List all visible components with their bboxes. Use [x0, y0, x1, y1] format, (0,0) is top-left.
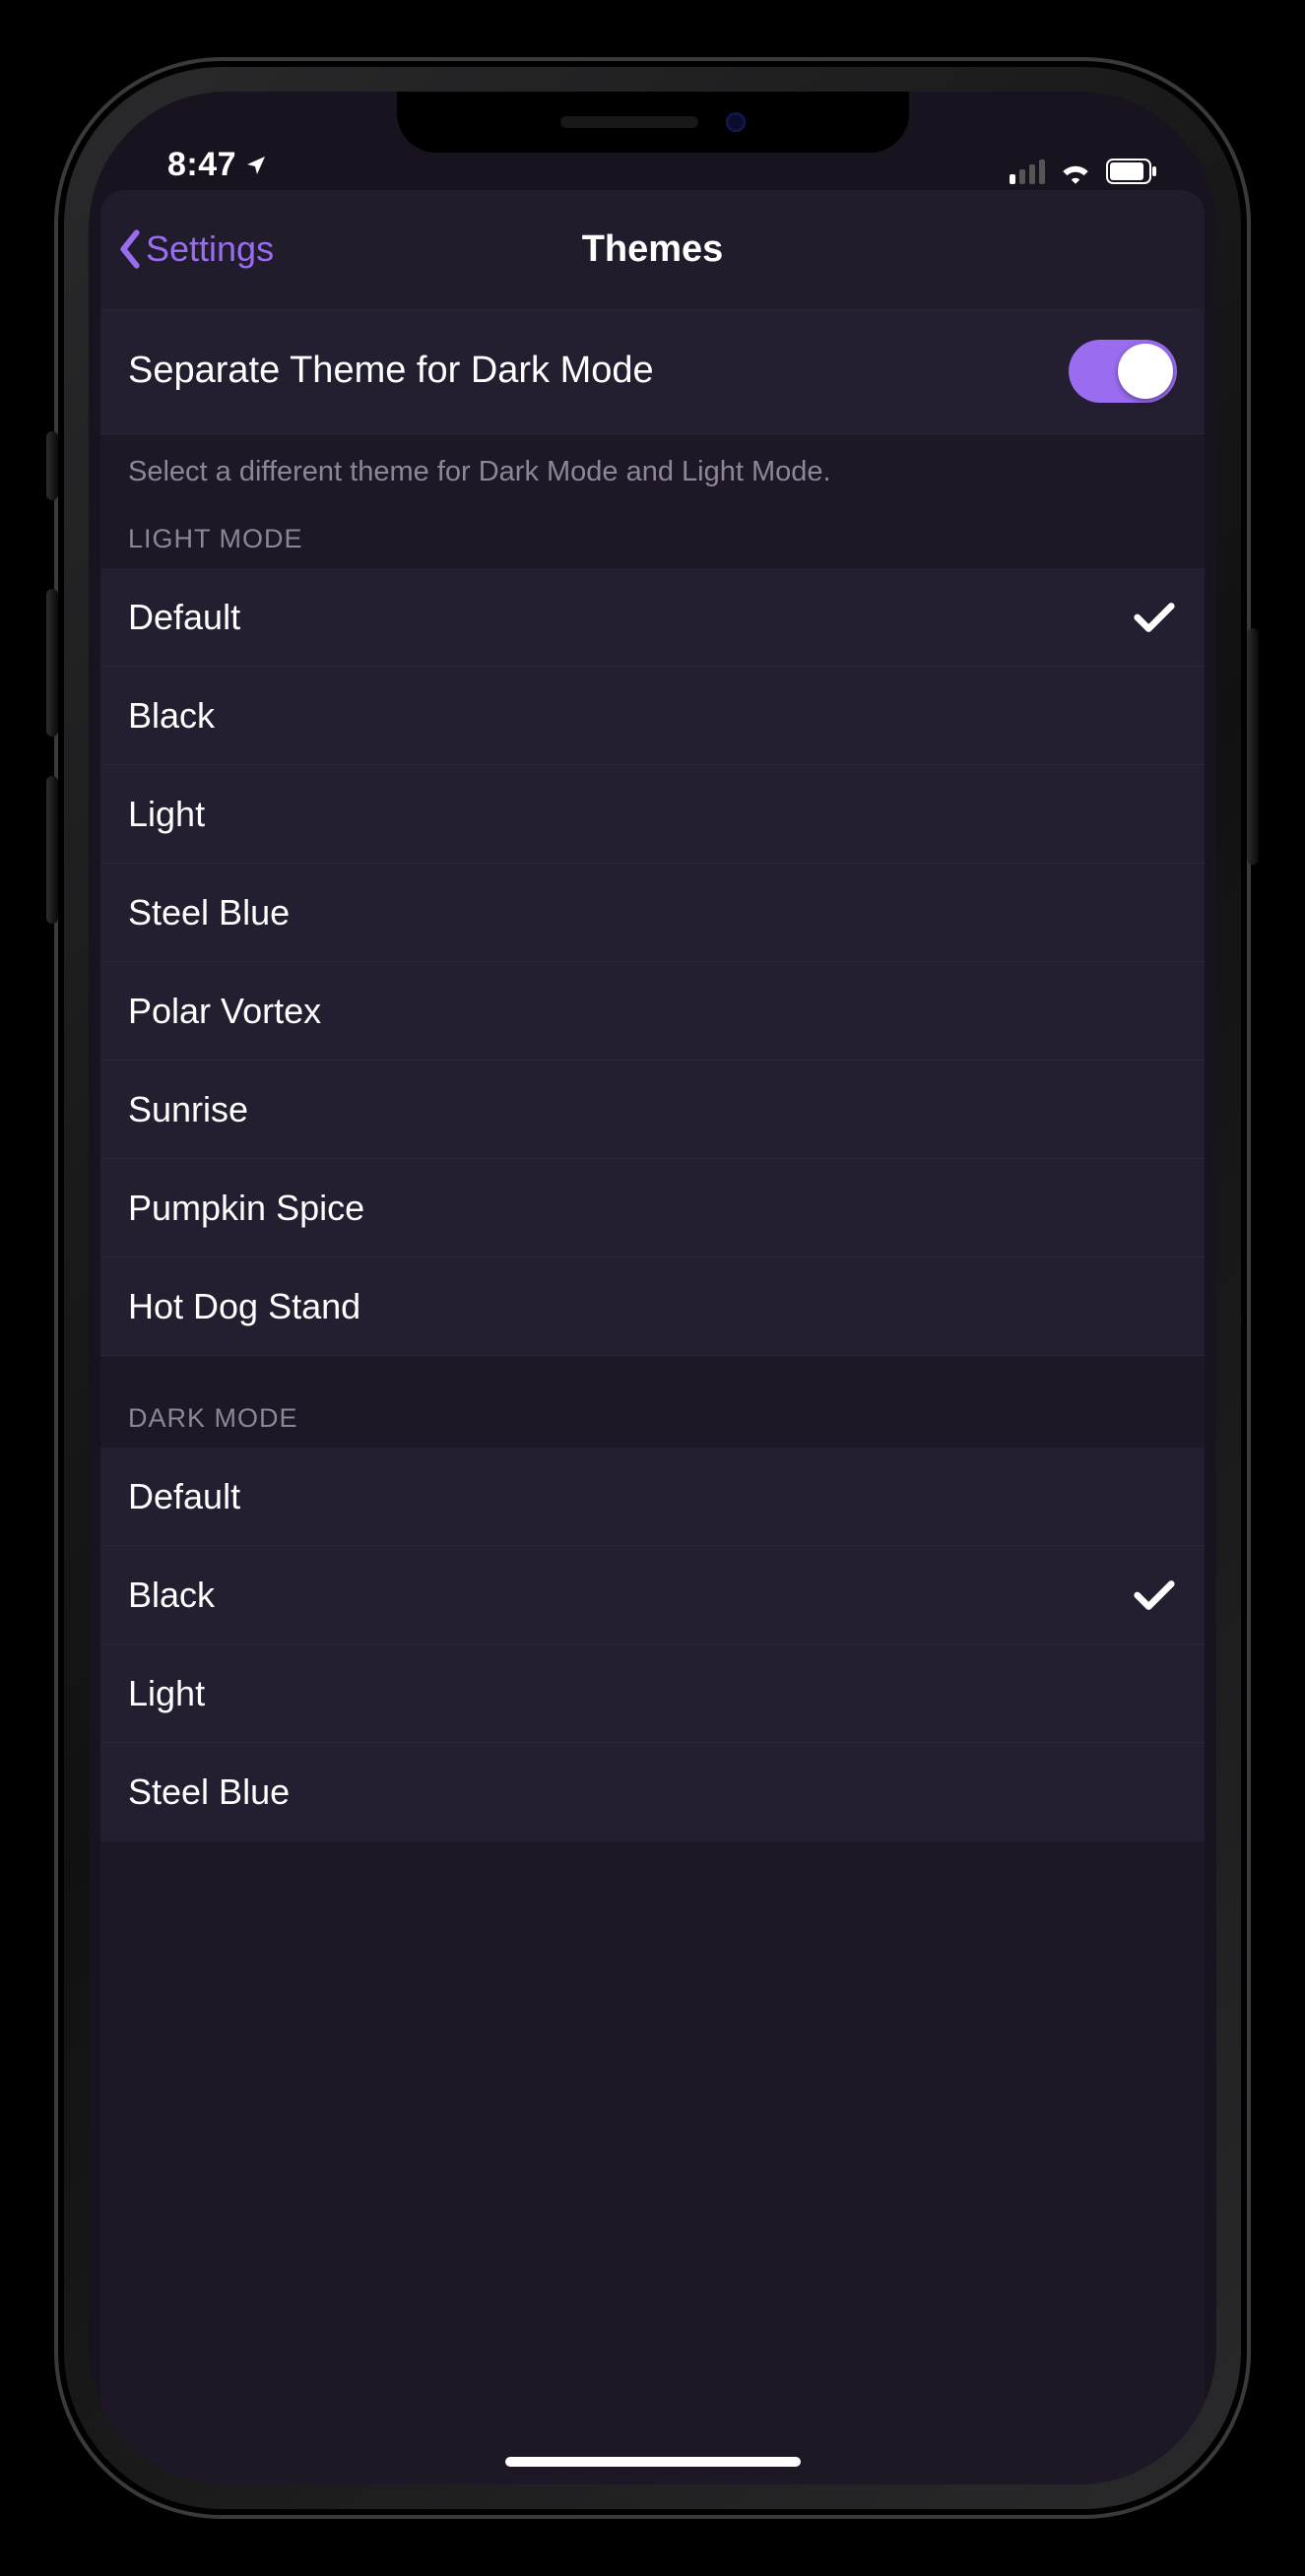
- theme-row[interactable]: Steel Blue: [100, 1743, 1205, 1841]
- separate-theme-label: Separate Theme for Dark Mode: [128, 350, 1069, 392]
- back-label: Settings: [146, 228, 274, 270]
- navigation-bar: Settings Themes: [100, 190, 1205, 308]
- theme-label: Hot Dog Stand: [128, 1286, 1177, 1327]
- chevron-left-icon: [116, 229, 144, 269]
- theme-row[interactable]: Polar Vortex: [100, 962, 1205, 1061]
- theme-row[interactable]: Light: [100, 765, 1205, 864]
- separate-theme-footer: Select a different theme for Dark Mode a…: [100, 434, 1205, 498]
- back-button[interactable]: Settings: [100, 228, 274, 270]
- theme-row[interactable]: Black: [100, 1546, 1205, 1644]
- theme-label: Steel Blue: [128, 892, 1177, 934]
- theme-label: Sunrise: [128, 1089, 1177, 1130]
- theme-row[interactable]: Sunrise: [100, 1061, 1205, 1159]
- section-header: Dark Mode: [100, 1356, 1205, 1448]
- section-header: Light Mode: [100, 498, 1205, 568]
- theme-label: Pumpkin Spice: [128, 1188, 1177, 1229]
- location-icon: [244, 154, 268, 177]
- theme-label: Default: [128, 1476, 1177, 1517]
- status-time: 8:47: [167, 146, 236, 184]
- theme-row[interactable]: Default: [100, 568, 1205, 667]
- checkmark-icon: [1132, 1578, 1177, 1613]
- battery-icon: [1106, 159, 1157, 184]
- theme-row[interactable]: Default: [100, 1448, 1205, 1546]
- theme-row[interactable]: Pumpkin Spice: [100, 1159, 1205, 1257]
- theme-label: Default: [128, 597, 1132, 638]
- theme-label: Polar Vortex: [128, 991, 1177, 1032]
- theme-label: Black: [128, 1575, 1132, 1616]
- theme-label: Steel Blue: [128, 1771, 1177, 1813]
- home-indicator[interactable]: [505, 2457, 801, 2467]
- theme-row[interactable]: Steel Blue: [100, 864, 1205, 962]
- checkmark-icon: [1132, 600, 1177, 635]
- theme-row[interactable]: Light: [100, 1644, 1205, 1743]
- theme-label: Light: [128, 794, 1177, 835]
- theme-label: Light: [128, 1673, 1177, 1714]
- theme-row[interactable]: Black: [100, 667, 1205, 765]
- theme-label: Black: [128, 695, 1177, 737]
- separate-theme-row[interactable]: Separate Theme for Dark Mode: [100, 308, 1205, 434]
- separate-theme-toggle[interactable]: [1069, 340, 1177, 403]
- wifi-icon: [1059, 159, 1092, 184]
- theme-row[interactable]: Hot Dog Stand: [100, 1257, 1205, 1356]
- cell-signal-icon: [1010, 160, 1045, 184]
